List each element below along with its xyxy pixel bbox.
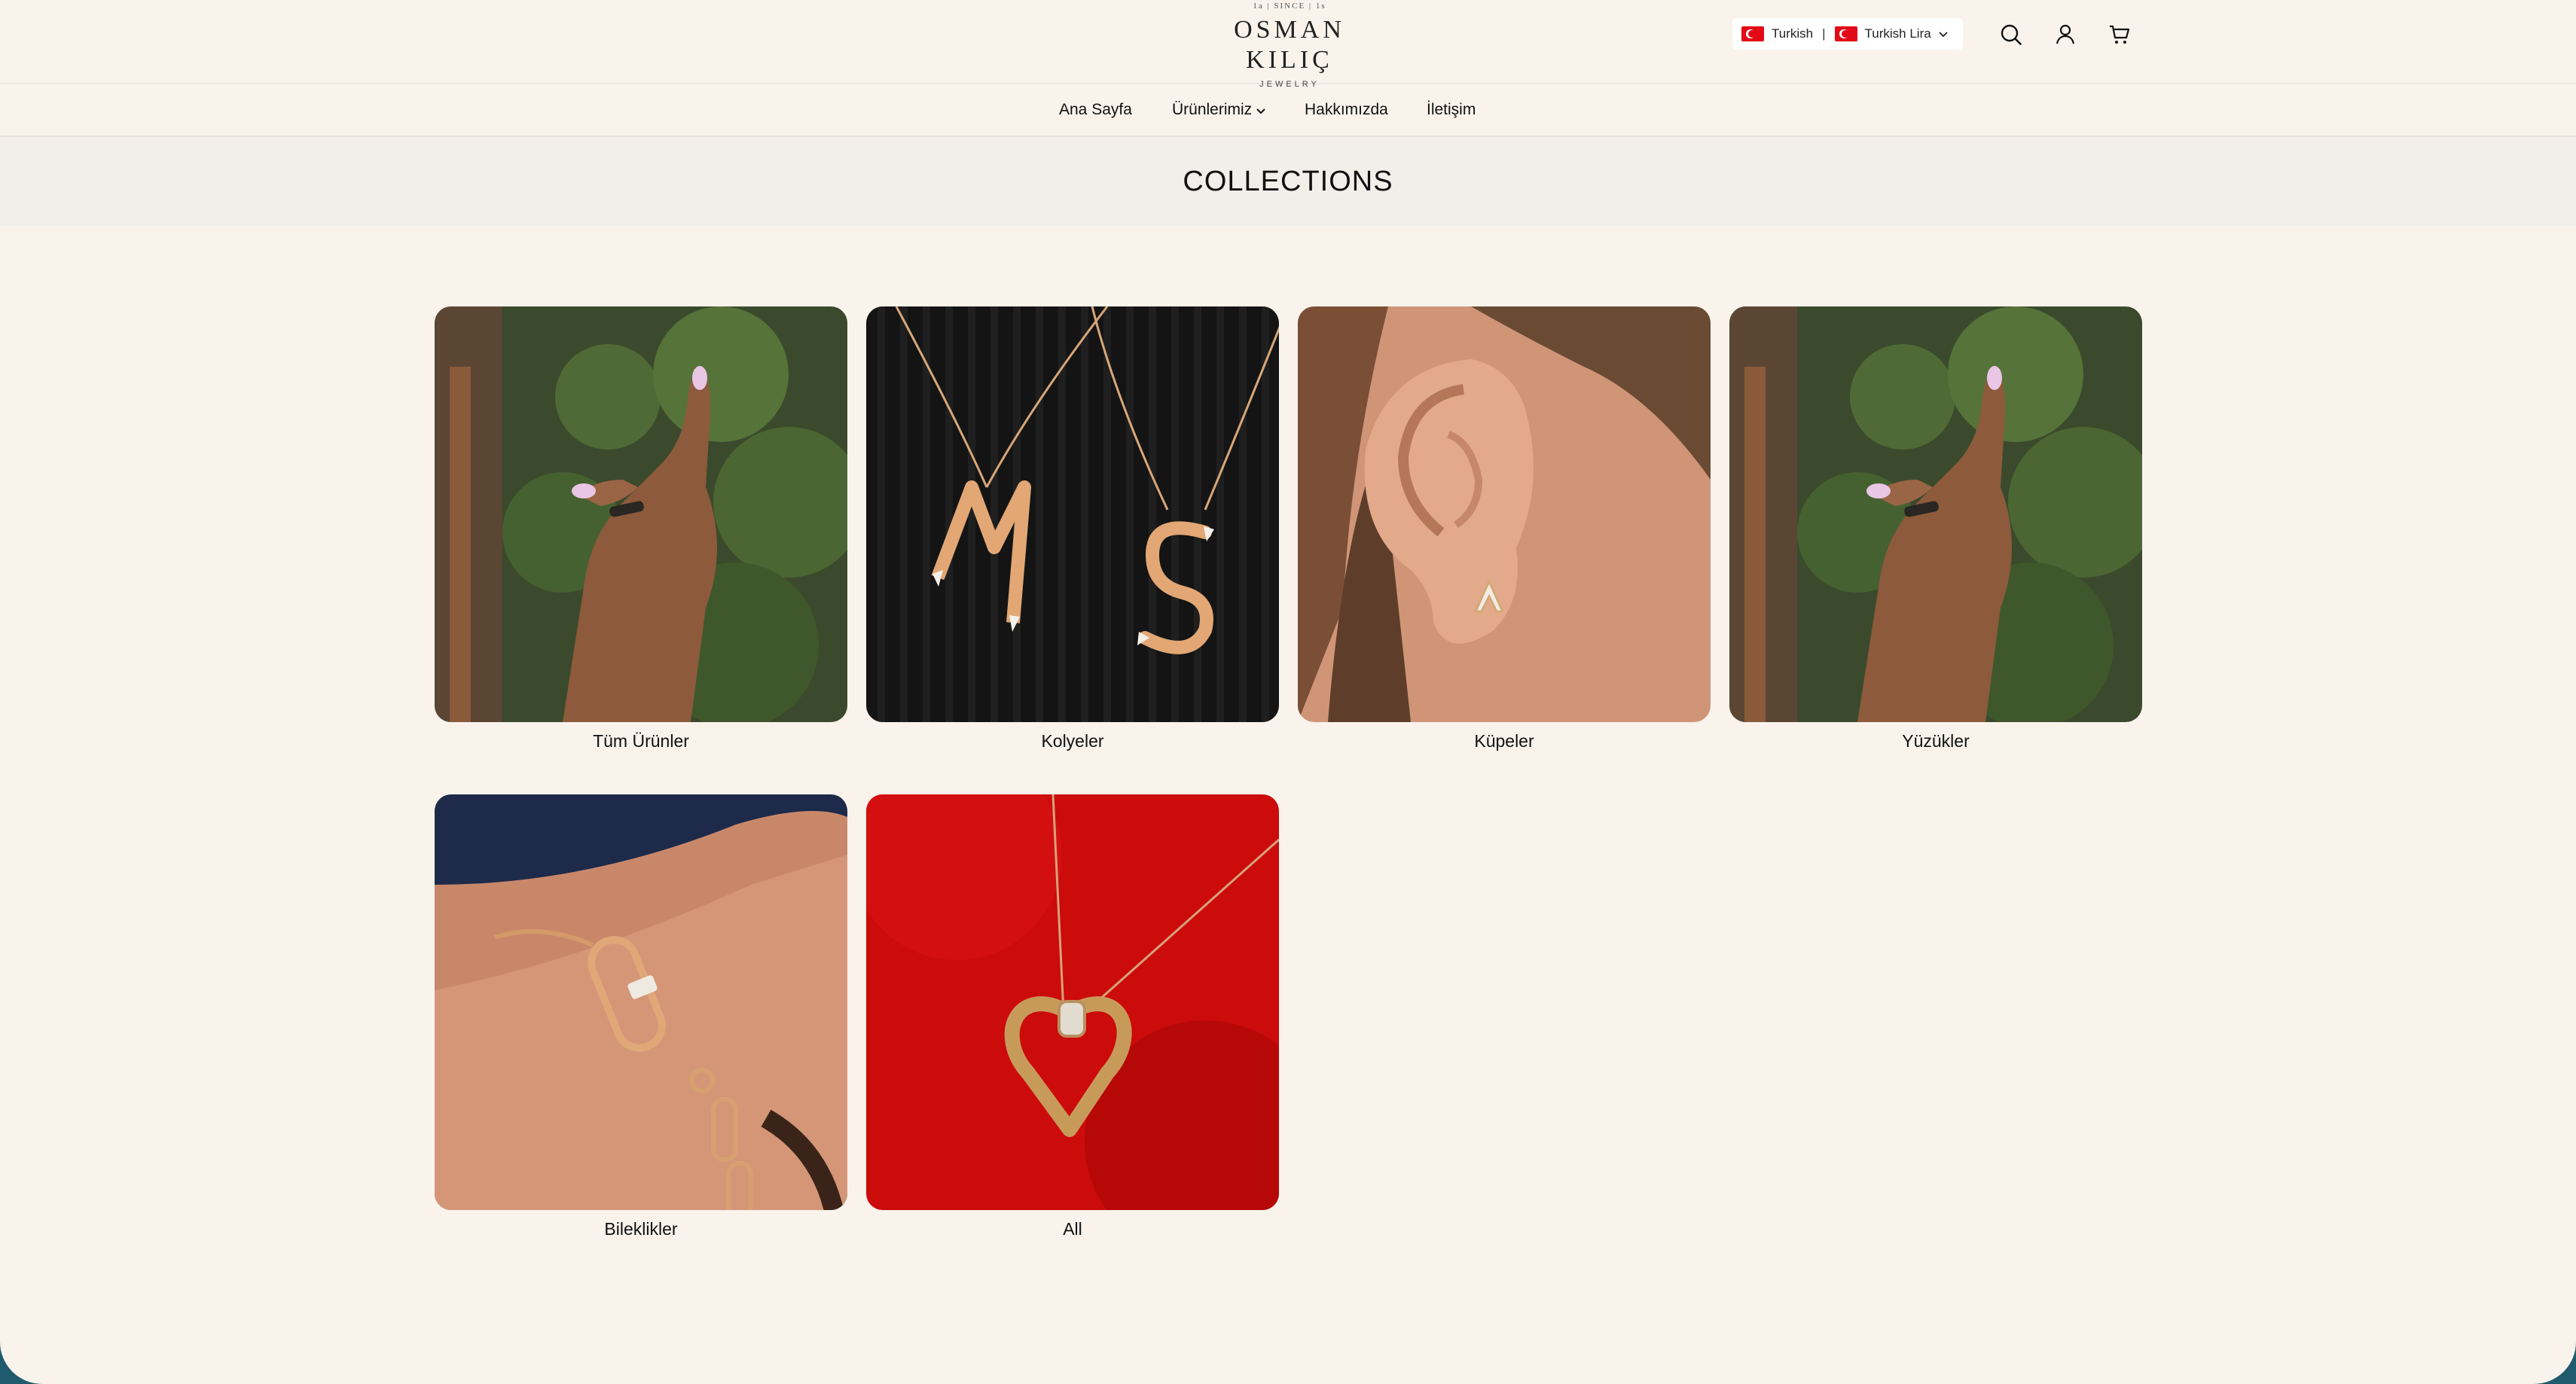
logo-name: OSMAN KILIÇ [1234,16,1345,74]
collection-image[interactable] [866,794,1279,1210]
collection-card-necklaces[interactable]: Kolyeler [866,306,1279,751]
collection-image[interactable] [435,306,847,722]
currency-label: Turkish Lira [1864,26,1931,41]
collection-image[interactable] [1298,306,1711,722]
collection-label[interactable]: Yüzükler [1729,731,2142,751]
page-banner: COLLECTIONS [0,137,2576,226]
nav-item-home[interactable]: Ana Sayfa [1059,101,1132,119]
chevron-down-icon [1939,28,1948,40]
header: 1a | SINCE | 1s OSMAN KILIÇ JEWELRY Turk… [0,0,2576,89]
collection-image[interactable] [435,794,847,1210]
logo-since: 1a | SINCE | 1s [1253,2,1326,11]
search-icon[interactable] [1995,18,2028,51]
collection-image[interactable] [866,306,1279,722]
chevron-down-icon [1256,101,1265,118]
brand-logo[interactable]: 1a | SINCE | 1s OSMAN KILIÇ JEWELRY [1198,0,1381,89]
nav-item-about[interactable]: Hakkımızda [1305,101,1388,119]
collection-card-rings[interactable]: Yüzükler [1729,306,2142,751]
collection-image[interactable] [1729,306,2142,722]
collection-label[interactable]: Tüm Ürünler [435,731,847,751]
collection-card-earrings[interactable]: Küpeler [1298,306,1711,751]
page: 1a | SINCE | 1s OSMAN KILIÇ JEWELRY Turk… [0,0,2576,1384]
page-title: COLLECTIONS [1183,166,1393,197]
collection-label[interactable]: Kolyeler [866,731,1279,751]
locale-selector[interactable]: Turkish | Turkish Lira [1732,18,1963,50]
nav-item-products-label: Ürünlerimiz [1172,101,1253,118]
cart-icon[interactable] [2103,18,2136,51]
collection-label[interactable]: All [866,1219,1279,1239]
collection-card-bracelets[interactable]: Bileklikler [435,794,847,1239]
collection-label[interactable]: Küpeler [1298,731,1711,751]
turkey-flag-icon [1834,26,1857,41]
collection-label[interactable]: Bileklikler [435,1219,847,1239]
turkey-flag-icon [1741,26,1764,41]
collection-card-all[interactable]: All [866,794,1279,1239]
language-label: Turkish [1772,26,1814,41]
main-nav: Ana Sayfa Ürünlerimiz Hakkımızda İletişi… [0,84,2576,137]
locale-divider: | [1822,26,1826,41]
nav-item-products[interactable]: Ürünlerimiz [1172,101,1265,119]
user-icon[interactable] [2049,18,2082,51]
collection-card-all-products[interactable]: Tüm Ürünler [435,306,847,751]
nav-item-contact[interactable]: İletişim [1427,101,1476,119]
